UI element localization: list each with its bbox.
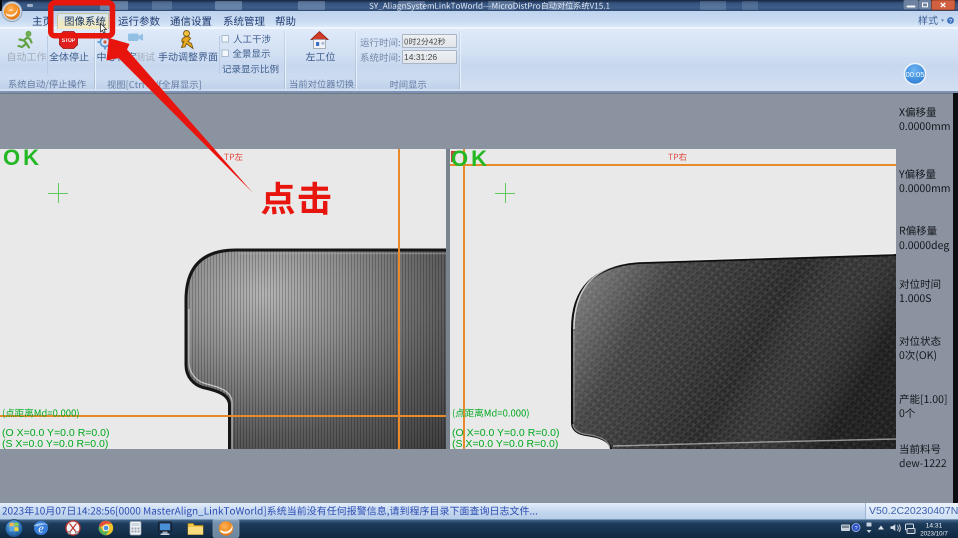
svg-text:?: ? bbox=[949, 19, 952, 25]
svg-text:STOP: STOP bbox=[62, 38, 76, 44]
svg-text:00:05: 00:05 bbox=[905, 70, 924, 79]
